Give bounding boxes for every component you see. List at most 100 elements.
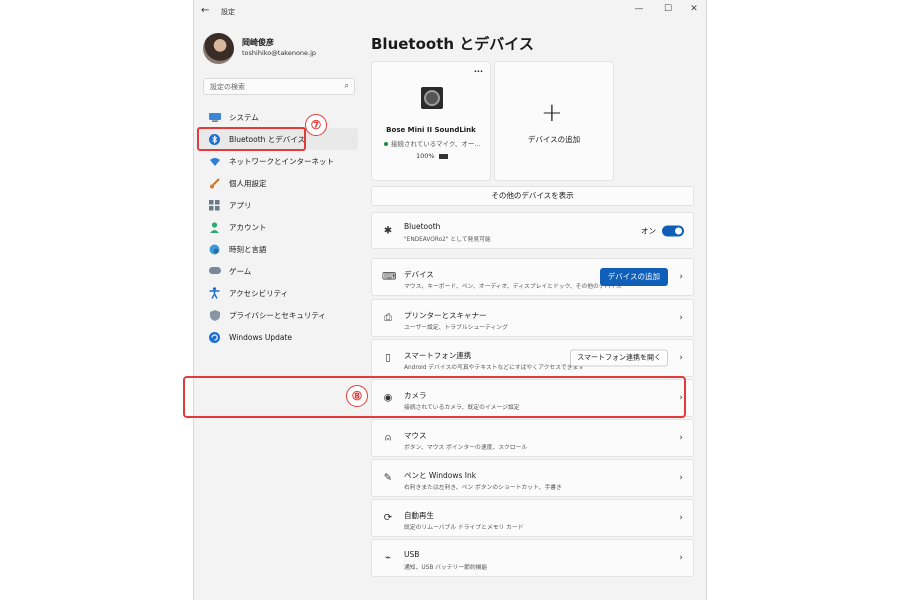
sidebar-item-privacy[interactable]: プライバシーとセキュリティ: [200, 304, 358, 326]
sidebar-item-label: アカウント: [229, 222, 267, 232]
mouse-icon: ⍝: [385, 432, 391, 444]
chevron-right-icon: ›: [679, 353, 683, 363]
annotation-badge-7: ⑦: [305, 114, 327, 136]
autoplay-icon: ⟳: [383, 512, 393, 524]
device-battery: 100%: [416, 152, 448, 160]
bluetooth-icon: ✱: [383, 225, 393, 236]
add-device-button[interactable]: デバイスの追加: [599, 268, 668, 286]
chevron-right-icon: ›: [679, 513, 683, 523]
battery-text: 100%: [416, 152, 435, 160]
chevron-right-icon: ›: [679, 433, 683, 443]
toggle-state-label: オン: [641, 226, 656, 235]
bluetooth-toggle[interactable]: [662, 225, 684, 236]
device-name: Bose Mini II SoundLink: [386, 126, 476, 134]
device-card-bose[interactable]: ··· Bose Mini II SoundLink 接続されているマイク、オー…: [371, 61, 491, 181]
open-phone-link-button[interactable]: スマートフォン連携を開く: [570, 349, 668, 367]
chevron-right-icon: ›: [679, 393, 683, 403]
sidebar-item-accessibility[interactable]: アクセシビリティ: [200, 282, 358, 304]
annotation-box-bluetooth: [197, 127, 306, 151]
sidebar-item-accounts[interactable]: アカウント: [200, 216, 358, 238]
connected-dot-icon: [384, 142, 388, 146]
sidebar-item-label: Windows Update: [229, 332, 293, 342]
minimize-icon[interactable]: —: [632, 4, 646, 14]
chevron-right-icon: ›: [679, 553, 683, 563]
avatar[interactable]: [203, 33, 234, 64]
sidebar-item-label: アプリ: [229, 200, 252, 210]
row-subtitle: 既定のリムーバブル ドライブとメモリ カード: [404, 525, 524, 531]
usb-row[interactable]: ⌁ USB 通知、USB バッテリー節約機能 ›: [371, 539, 694, 577]
more-options-icon[interactable]: ···: [474, 67, 483, 76]
keyboard-icon: ⌨: [382, 271, 397, 283]
row-subtitle: ユーザー設定、トラブルシューティング: [404, 325, 508, 331]
wifi-icon: [208, 156, 221, 167]
speaker-icon: [421, 87, 443, 109]
chevron-right-icon: ›: [679, 272, 683, 282]
mouse-row[interactable]: ⍝ マウス ボタン、マウス ポインターの速度、スクロール ›: [371, 419, 694, 457]
row-title: ペンと Windows Ink: [404, 471, 477, 480]
sidebar-item-network[interactable]: ネットワークとインターネット: [200, 150, 358, 172]
title-bar: ← 設定 — ☐ ✕: [194, 0, 706, 24]
sidebar-item-windows-update[interactable]: Windows Update: [200, 326, 358, 348]
printer-icon: ⎙: [384, 312, 392, 324]
camera-icon: ◉: [383, 392, 393, 404]
row-title: 自動再生: [404, 511, 434, 520]
person-icon: [208, 221, 221, 233]
search-input[interactable]: 設定の検索 ⌕: [203, 78, 355, 95]
row-subtitle: "ENDEAVORo2" として発見可能: [404, 237, 491, 243]
row-title: スマートフォン連携: [404, 351, 472, 360]
search-placeholder: 設定の検索: [210, 83, 245, 91]
sidebar: 岡崎俊彦 toshihiko@takenone.jp 設定の検索 ⌕ システム …: [194, 24, 364, 600]
sidebar-item-label: ネットワークとインターネット: [229, 156, 334, 166]
phone-link-row[interactable]: ▯ スマートフォン連携 Android デバイスの写真やテキストなどにすばやくア…: [371, 339, 694, 377]
row-title: カメラ: [404, 391, 427, 400]
row-title: USB: [404, 550, 420, 559]
update-icon: [208, 331, 221, 343]
row-title: Bluetooth: [404, 222, 441, 231]
sidebar-item-label: システム: [229, 112, 259, 122]
row-subtitle: Android デバイスの写真やテキストなどにすばやくアクセスできます: [404, 365, 585, 371]
device-status-text: 接続されているマイク、オー...: [391, 140, 481, 148]
settings-window: ← 設定 — ☐ ✕ 岡崎俊彦 toshihiko@takenone.jp 設定…: [193, 0, 707, 600]
maximize-icon[interactable]: ☐: [661, 4, 675, 14]
globe-clock-icon: [208, 244, 221, 255]
bluetooth-toggle-row: ✱ Bluetooth "ENDEAVORo2" として発見可能 オン: [371, 212, 694, 249]
row-subtitle: マウス、キーボード、ペン、オーディオ、ディスプレイとドック、その他のデバイス: [404, 284, 622, 290]
row-subtitle: 右利きまたは左利き、ペン ボタンのショートカット、手書き: [404, 485, 562, 491]
sidebar-item-apps[interactable]: アプリ: [200, 194, 358, 216]
user-name: 岡崎俊彦: [242, 38, 274, 47]
pen-row[interactable]: ✎ ペンと Windows Ink 右利きまたは左利き、ペン ボタンのショートカ…: [371, 459, 694, 497]
show-more-devices-button[interactable]: その他のデバイスを表示: [371, 186, 694, 206]
chevron-right-icon: ›: [679, 313, 683, 323]
sidebar-item-label: 時刻と言語: [229, 244, 267, 254]
sidebar-item-system[interactable]: システム: [200, 106, 358, 128]
sidebar-item-label: プライバシーとセキュリティ: [229, 310, 326, 320]
sidebar-item-personalization[interactable]: 個人用設定: [200, 172, 358, 194]
row-title: プリンターとスキャナー: [404, 311, 487, 320]
search-icon[interactable]: ⌕: [345, 81, 349, 91]
camera-row[interactable]: ◉ カメラ 接続されているカメラ、既定のイメージ設定 ›: [371, 379, 694, 417]
page-title: Bluetooth とデバイス: [371, 35, 534, 53]
close-icon[interactable]: ✕: [687, 4, 701, 14]
back-icon[interactable]: ←: [201, 5, 209, 16]
annotation-badge-8: ⑧: [346, 385, 368, 407]
monitor-icon: [208, 112, 221, 123]
smartphone-icon: ▯: [385, 352, 391, 364]
gamepad-icon: [208, 266, 221, 277]
user-email: toshihiko@takenone.jp: [242, 49, 317, 57]
printers-row[interactable]: ⎙ プリンターとスキャナー ユーザー設定、トラブルシューティング ›: [371, 299, 694, 337]
add-device-card[interactable]: + デバイスの追加: [494, 61, 614, 181]
autoplay-row[interactable]: ⟳ 自動再生 既定のリムーバブル ドライブとメモリ カード ›: [371, 499, 694, 537]
brush-icon: [208, 177, 221, 189]
sidebar-item-gaming[interactable]: ゲーム: [200, 260, 358, 282]
shield-icon: [208, 309, 221, 321]
sidebar-item-time-language[interactable]: 時刻と言語: [200, 238, 358, 260]
row-subtitle: ボタン、マウス ポインターの速度、スクロール: [404, 445, 528, 451]
sidebar-item-label: 個人用設定: [229, 178, 267, 188]
row-subtitle: 接続されているカメラ、既定のイメージ設定: [404, 405, 520, 411]
devices-row[interactable]: ⌨ デバイス マウス、キーボード、ペン、オーディオ、ディスプレイとドック、その他…: [371, 258, 694, 296]
add-device-label: デバイスの追加: [527, 135, 581, 144]
row-subtitle: 通知、USB バッテリー節約機能: [404, 565, 488, 571]
main-content: Bluetooth とデバイス ··· Bose Mini II SoundLi…: [371, 24, 694, 600]
apps-icon: [208, 199, 221, 211]
chevron-right-icon: ›: [679, 473, 683, 483]
